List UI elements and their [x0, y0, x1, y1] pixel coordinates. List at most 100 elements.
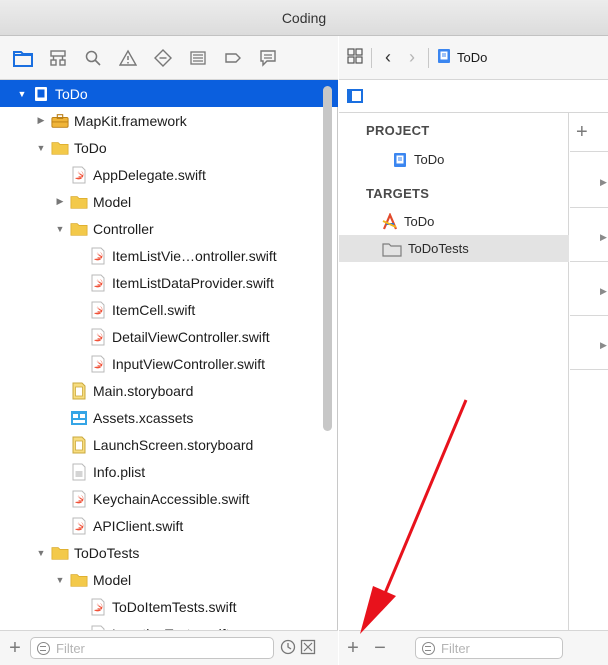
tree-item[interactable]: LaunchScreen.storyboard — [0, 431, 338, 458]
project-navigator-icon[interactable] — [12, 47, 34, 69]
breakpoint-icon[interactable] — [222, 47, 244, 69]
related-items-icon[interactable] — [347, 48, 363, 67]
recent-files-icon[interactable] — [280, 639, 296, 658]
folder-icon — [51, 139, 69, 157]
folder-icon — [70, 220, 88, 238]
tree-item[interactable]: DetailViewController.swift — [0, 323, 338, 350]
issue-icon[interactable] — [117, 47, 139, 69]
source-control-icon[interactable] — [47, 47, 69, 69]
jumpbar-separator-2 — [428, 47, 429, 68]
tree-item[interactable]: ItemCell.swift — [0, 296, 338, 323]
tree-item[interactable]: LocationTests.swift — [0, 620, 338, 630]
tree-item-label: Model — [93, 571, 132, 588]
folder-icon — [51, 544, 69, 562]
find-icon[interactable] — [82, 47, 104, 69]
navigator-filter-field[interactable]: Filter — [30, 637, 274, 659]
show-sidebar-icon[interactable] — [347, 89, 363, 103]
remove-target-button[interactable]: − — [367, 637, 393, 660]
swift-file-icon — [89, 247, 107, 265]
scm-filter-icon[interactable] — [300, 639, 316, 658]
navigator-filter-placeholder: Filter — [56, 640, 85, 656]
divider — [570, 315, 608, 316]
disclosure-closed-icon[interactable]: ▶ — [54, 196, 66, 208]
swift-file-icon — [89, 598, 107, 616]
tree-item[interactable]: APIClient.swift — [0, 512, 338, 539]
disclosure-open-icon[interactable]: ▼ — [35, 142, 47, 154]
tree-item[interactable]: ▼ ToDo — [0, 80, 338, 107]
project-targets-list: PROJECT ToDo TARGETS ToDo ToDoTests — [339, 113, 569, 630]
folder-icon — [70, 193, 88, 211]
tree-item[interactable]: Assets.xcassets — [0, 404, 338, 431]
tree-item[interactable]: ▼ Controller — [0, 215, 338, 242]
tree-item[interactable]: InputViewController.swift — [0, 350, 338, 377]
tree-item[interactable]: ▼ ToDo — [0, 134, 338, 161]
add-setting-button[interactable]: + — [576, 121, 588, 144]
test-icon[interactable] — [152, 47, 174, 69]
tree-item-label: Controller — [93, 220, 154, 237]
add-target-button[interactable]: + — [339, 637, 367, 660]
swift-file-icon — [89, 301, 107, 319]
filter-icon — [37, 641, 50, 655]
debug-icon[interactable] — [187, 47, 209, 69]
disclosure-open-icon[interactable]: ▼ — [54, 574, 66, 586]
divider — [570, 151, 608, 152]
target-item-todo[interactable]: ToDo — [339, 208, 569, 235]
disclosure-triangle-icon[interactable]: ▶ — [600, 177, 607, 188]
report-icon[interactable] — [257, 47, 279, 69]
project-file-icon — [437, 48, 451, 67]
forward-chevron-icon[interactable]: › — [404, 47, 420, 68]
disclosure-closed-icon[interactable]: ▶ — [35, 115, 47, 127]
target-item-label: ToDo — [404, 214, 435, 229]
tree-item-label: LaunchScreen.storyboard — [93, 436, 254, 453]
jumpbar-separator — [371, 47, 372, 68]
swift-file-icon — [70, 490, 88, 508]
tree-item[interactable]: ItemListVie…ontroller.swift — [0, 242, 338, 269]
target-item-todotests[interactable]: ToDoTests — [339, 235, 569, 262]
tree-item[interactable]: ItemListDataProvider.swift — [0, 269, 338, 296]
project-item-label: ToDo — [414, 152, 445, 167]
editor-toolbar — [339, 80, 608, 113]
tree-item-label: AppDelegate.swift — [93, 166, 206, 183]
swift-file-icon — [70, 517, 88, 535]
tree-item[interactable]: ▶ Model — [0, 188, 338, 215]
tree-item[interactable]: ToDoItemTests.swift — [0, 593, 338, 620]
tree-item[interactable]: AppDelegate.swift — [0, 161, 338, 188]
disclosure-triangle-icon[interactable]: ▶ — [600, 232, 607, 243]
tree-item-label: DetailViewController.swift — [112, 328, 270, 345]
disclosure-open-icon[interactable]: ▼ — [35, 547, 47, 559]
disclosure-open-icon[interactable]: ▼ — [16, 88, 28, 100]
test-target-icon — [381, 240, 403, 258]
tree-item[interactable]: KeychainAccessible.swift — [0, 485, 338, 512]
tree-item[interactable]: ▶ MapKit.framework — [0, 107, 338, 134]
targets-footer: + − Filter — [339, 630, 608, 665]
jumpbar-current-item[interactable]: ToDo — [457, 50, 487, 65]
disclosure-triangle-icon[interactable]: ▶ — [600, 340, 607, 351]
disclosure-open-icon[interactable]: ▼ — [54, 223, 66, 235]
disclosure-triangle-icon[interactable]: ▶ — [600, 286, 607, 297]
navigator-scrollbar[interactable] — [323, 86, 332, 431]
tree-item-label: MapKit.framework — [74, 112, 187, 129]
project-item-todo[interactable]: ToDo — [339, 146, 569, 173]
xcode-project-icon — [32, 85, 50, 103]
tree-item[interactable]: ▼ ToDoTests — [0, 539, 338, 566]
swift-file-icon — [70, 166, 88, 184]
tree-item[interactable]: Info.plist — [0, 458, 338, 485]
file-tree: ▼ ToDo ▶ MapKit.framework ▼ ToDo AppDelegate.s… — [0, 80, 338, 630]
folder-icon — [70, 571, 88, 589]
navigator-tab-bar — [0, 36, 338, 80]
tree-item[interactable]: ▼ Model — [0, 566, 338, 593]
back-chevron-icon[interactable]: ‹ — [380, 47, 396, 68]
tree-item[interactable]: Main.storyboard — [0, 377, 338, 404]
target-item-label: ToDoTests — [408, 241, 469, 256]
targets-filter-field[interactable]: Filter — [415, 637, 563, 659]
add-file-button[interactable]: + — [0, 637, 30, 660]
swift-file-icon — [89, 355, 107, 373]
